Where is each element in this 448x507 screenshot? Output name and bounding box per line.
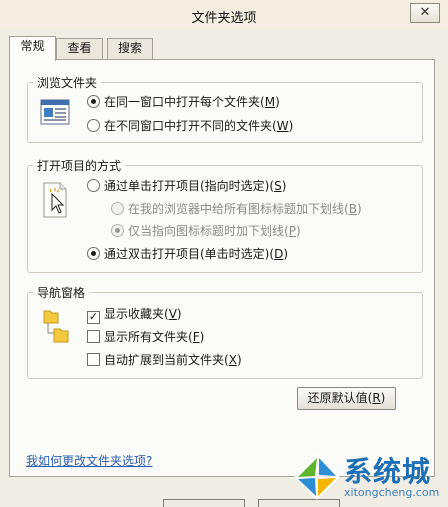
- title-bar: 文件夹选项 ✕: [0, 0, 448, 30]
- show-favorites-key: V: [168, 307, 177, 321]
- show-all-folders-key: F: [192, 330, 200, 344]
- radio-underline-browser[interactable]: 在我的浏览器中给所有图标标题加下划线(B): [111, 201, 362, 218]
- checkbox-show-all-folders[interactable]: 显示所有文件夹(F): [87, 329, 204, 346]
- radio-single-click[interactable]: 通过单击打开项目(指向时选定)(S): [87, 178, 286, 195]
- double-click-key: D: [274, 247, 284, 261]
- tab-search[interactable]: 搜索: [107, 38, 153, 59]
- restore-defaults-button[interactable]: 还原默认值(R): [297, 387, 396, 410]
- single-click-key: S: [274, 179, 282, 193]
- radio-double-click-indicator[interactable]: [87, 247, 100, 260]
- tab-general[interactable]: 常规: [9, 36, 56, 61]
- ok-button-partial[interactable]: [163, 499, 245, 507]
- close-icon: ✕: [419, 5, 431, 20]
- watermark: 系统城 xitongcheng.com: [288, 448, 448, 507]
- underline-browser-label: 在我的浏览器中给所有图标标题加下划线: [128, 202, 345, 216]
- window-layout-icon: [40, 99, 70, 125]
- radio-single-click-indicator[interactable]: [87, 179, 100, 192]
- window-title: 文件夹选项: [191, 11, 257, 26]
- checkbox-show-favorites-indicator[interactable]: ✓: [87, 311, 100, 324]
- single-click-label: 通过单击打开项目(指向时选定): [104, 179, 270, 193]
- underline-hover-key: P: [288, 224, 296, 238]
- xitongcheng-logo-icon: [294, 454, 340, 500]
- new-window-key: W: [276, 119, 289, 133]
- navigation-pane-title: 导航窗格: [33, 284, 90, 301]
- auto-expand-key: X: [228, 353, 237, 367]
- new-window-label: 在不同窗口中打开不同的文件夹: [104, 119, 273, 133]
- radio-new-window-indicator[interactable]: [87, 119, 100, 132]
- checkbox-show-all-folders-indicator[interactable]: [87, 330, 100, 343]
- underline-browser-key: B: [348, 202, 357, 216]
- same-window-key: M: [264, 95, 276, 109]
- general-tab-panel: 浏览文件夹 在同一窗口中打开每个文件夹(M) 在不同窗口中打开不同的文件夹(W)…: [9, 59, 435, 477]
- browse-folders-title: 浏览文件夹: [33, 74, 102, 91]
- radio-same-window[interactable]: 在同一窗口中打开每个文件夹(M): [87, 94, 280, 111]
- document-pointer-icon: [43, 182, 67, 218]
- radio-new-window[interactable]: 在不同窗口中打开不同的文件夹(W): [87, 118, 293, 135]
- browse-folders-group: 浏览文件夹 在同一窗口中打开每个文件夹(M) 在不同窗口中打开不同的文件夹(W): [27, 74, 423, 143]
- click-items-group: 打开项目的方式 通过单击打开项目(指向时选定)(S) 在我的浏览器中给所有图标标…: [27, 157, 423, 273]
- auto-expand-label: 自动扩展到当前文件夹: [104, 353, 225, 367]
- checkbox-show-favorites[interactable]: ✓ 显示收藏夹(V): [87, 306, 182, 324]
- radio-underline-browser-indicator[interactable]: [111, 202, 124, 215]
- radio-underline-hover-indicator[interactable]: [111, 224, 124, 237]
- radio-same-window-indicator[interactable]: [87, 95, 100, 108]
- folder-tree-icon: [43, 310, 69, 343]
- show-favorites-label: 显示收藏夹: [104, 307, 165, 321]
- underline-hover-label: 仅当指向图标标题时加下划线: [128, 224, 285, 238]
- same-window-label: 在同一窗口中打开每个文件夹: [104, 95, 261, 109]
- radio-underline-hover[interactable]: 仅当指向图标标题时加下划线(P): [111, 223, 301, 240]
- radio-double-click[interactable]: 通过双击打开项目(单击时选定)(D): [87, 246, 288, 263]
- double-click-label: 通过双击打开项目(单击时选定): [104, 247, 270, 261]
- close-button[interactable]: ✕: [410, 3, 440, 23]
- click-items-title: 打开项目的方式: [33, 157, 126, 174]
- watermark-url: xitongcheng.com: [344, 486, 440, 499]
- show-all-folders-label: 显示所有文件夹: [104, 330, 189, 344]
- checkbox-auto-expand-indicator[interactable]: [87, 353, 100, 366]
- checkbox-auto-expand[interactable]: 自动扩展到当前文件夹(X): [87, 352, 242, 369]
- watermark-name: 系统城: [344, 455, 432, 488]
- restore-defaults-label: 还原默认值: [307, 391, 368, 405]
- navigation-pane-group: 导航窗格 ✓ 显示收藏夹(V) 显示所有文件夹(F) 自动扩展到当前文件夹(X): [27, 284, 423, 379]
- tab-view[interactable]: 查看: [56, 38, 103, 59]
- help-link[interactable]: 我如何更改文件夹选项?: [26, 452, 152, 469]
- restore-defaults-key: R: [372, 391, 381, 405]
